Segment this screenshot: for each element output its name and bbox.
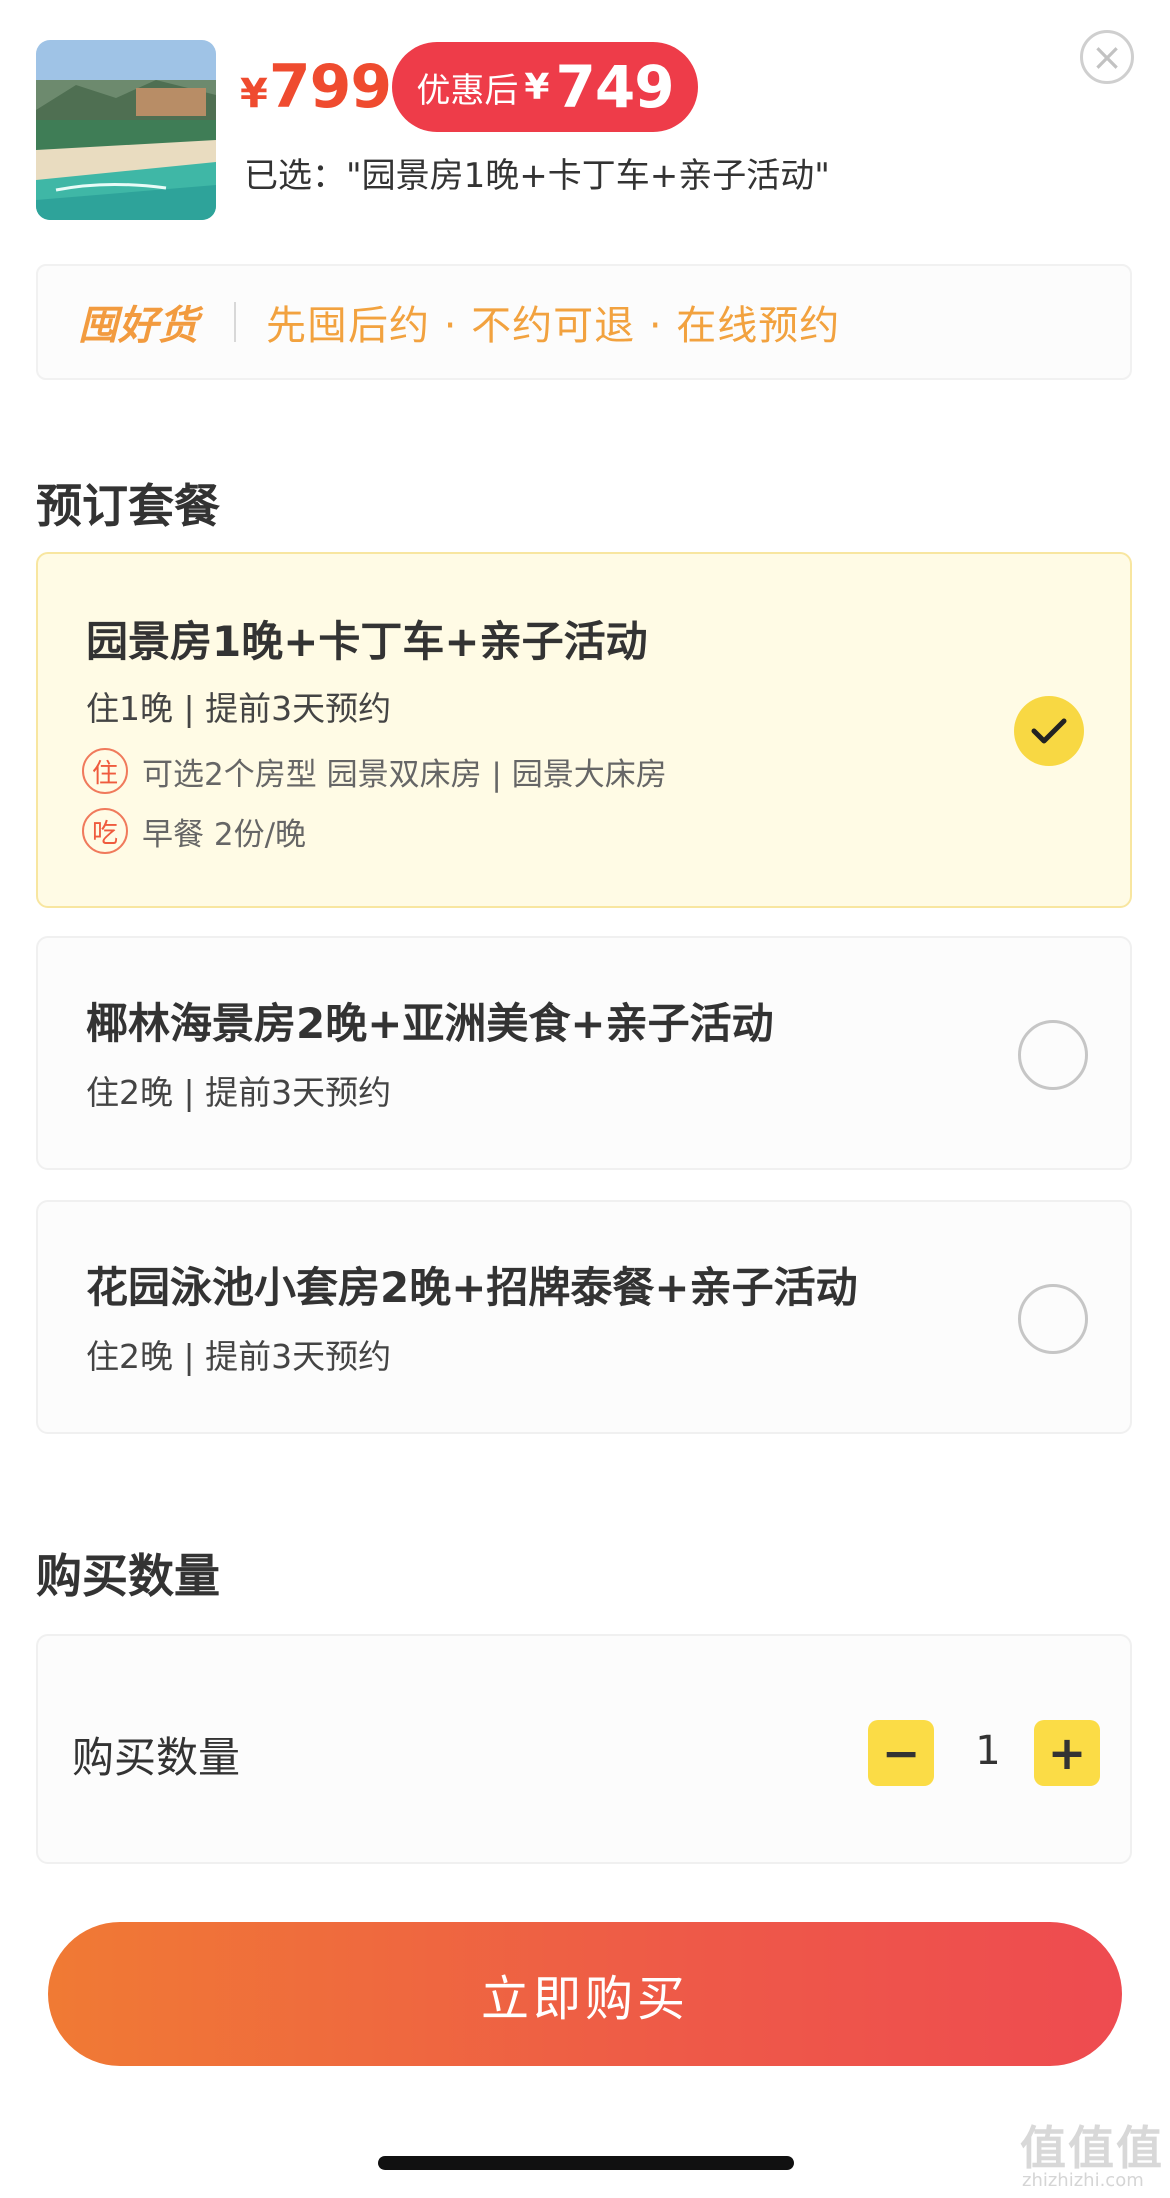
- plus-button[interactable]: +: [1034, 1720, 1100, 1786]
- promo-price-value: 749: [555, 53, 674, 121]
- selected-package-text: 已选："园景房1晚+卡丁车+亲子活动": [244, 156, 830, 196]
- radio-unchecked-icon[interactable]: [1018, 1020, 1088, 1090]
- promo-label: 优惠后: [416, 70, 519, 111]
- package-detail-meal: 吃 早餐 2份/晚: [82, 808, 307, 854]
- hotel-thumbnail: [36, 40, 216, 220]
- price-currency: ¥: [240, 71, 268, 117]
- meal-tag-icon: 吃: [82, 808, 128, 854]
- package-option[interactable]: 园景房1晚+卡丁车+亲子活动 住1晚 | 提前3天预约 住 可选2个房型 园景双…: [36, 552, 1132, 908]
- package-meta: 住2晚 | 提前3天预约: [86, 1337, 392, 1376]
- home-indicator[interactable]: [378, 2156, 794, 2170]
- promo-banner: 囤好货 先囤后约 · 不约可退 · 在线预约: [36, 264, 1132, 380]
- stay-tag-icon: 住: [82, 748, 128, 794]
- quantity-value: 1: [975, 1728, 1001, 1774]
- watermark: 值值值: [1020, 2121, 1164, 2175]
- quantity-label: 购买数量: [72, 1733, 241, 1782]
- sku-selection-sheet: ¥ 799 优惠后 ¥ 749 已选："园景房1晚+卡丁车+亲子活动" × 囤好…: [0, 0, 1170, 2198]
- package-title: 椰林海景房2晚+亚洲美食+亲子活动: [86, 999, 774, 1048]
- close-icon[interactable]: ×: [1080, 30, 1134, 84]
- package-detail-text: 可选2个房型 园景双床房 | 园景大床房: [142, 756, 667, 793]
- banner-logo: 囤好货: [78, 303, 198, 349]
- package-meta: 住1晚 | 提前3天预约: [86, 689, 392, 728]
- quantity-stepper-row: 购买数量 − 1 +: [36, 1634, 1132, 1864]
- radio-unchecked-icon[interactable]: [1018, 1284, 1088, 1354]
- package-option[interactable]: 花园泳池小套房2晚+招牌泰餐+亲子活动 住2晚 | 提前3天预约: [36, 1200, 1132, 1434]
- check-icon[interactable]: [1014, 696, 1084, 766]
- minus-button[interactable]: −: [868, 1720, 934, 1786]
- package-detail-text: 早餐 2份/晚: [142, 816, 307, 853]
- promo-price-badge: 优惠后 ¥ 749: [392, 42, 698, 132]
- quantity-section-title: 购买数量: [36, 1549, 220, 1603]
- banner-slogan: 先囤后约 · 不约可退 · 在线预约: [266, 303, 841, 349]
- watermark-url: zhizhizhi.com: [1022, 2170, 1144, 2191]
- banner-divider: [234, 302, 236, 342]
- package-title: 园景房1晚+卡丁车+亲子活动: [86, 617, 648, 666]
- package-title: 花园泳池小套房2晚+招牌泰餐+亲子活动: [86, 1263, 858, 1312]
- package-option[interactable]: 椰林海景房2晚+亚洲美食+亲子活动 住2晚 | 提前3天预约: [36, 936, 1132, 1170]
- package-meta: 住2晚 | 提前3天预约: [86, 1073, 392, 1112]
- promo-currency: ¥: [524, 66, 550, 108]
- package-detail-stay: 住 可选2个房型 园景双床房 | 园景大床房: [82, 748, 667, 794]
- packages-section-title: 预订套餐: [36, 479, 220, 533]
- buy-now-button[interactable]: 立即购买: [48, 1922, 1122, 2066]
- original-price: ¥ 799: [240, 52, 392, 122]
- price-value: 799: [268, 52, 392, 122]
